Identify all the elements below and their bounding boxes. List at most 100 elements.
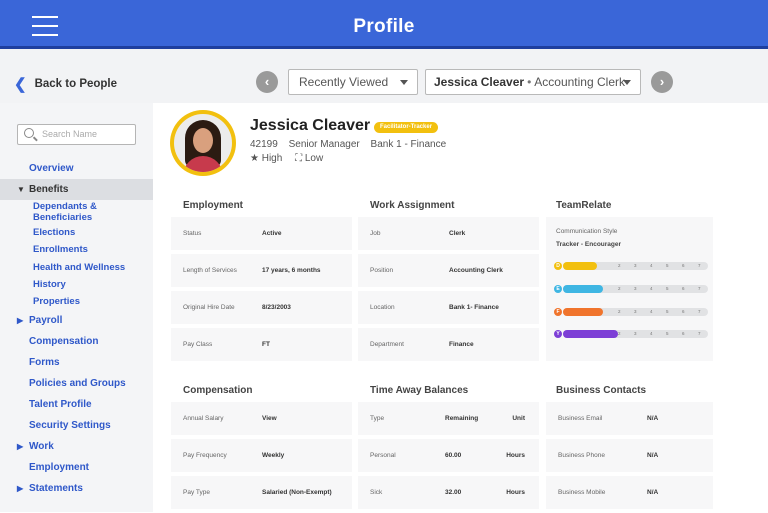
field-label: Status <box>183 230 202 237</box>
back-to-people-link[interactable]: ❮ Back to People <box>14 75 117 93</box>
time-away-card: Time Away Balances Type Remaining Unit Pers… <box>358 380 539 513</box>
next-person-button[interactable]: › <box>651 71 673 93</box>
field-value: Salaried (Non-Exempt) <box>262 489 332 496</box>
sidebar-item-security-settings[interactable]: Security Settings <box>0 415 153 436</box>
sidebar-item-health-and-wellness[interactable]: Health and Wellness <box>0 259 153 276</box>
bar-fill <box>563 308 603 316</box>
bar-tick-label: 6 <box>682 309 685 314</box>
teamrelate-bar-e: E 2 3 4 5 6 7 <box>554 285 709 293</box>
field-label: Position <box>370 267 394 274</box>
profile-meta: 42199 Senior Manager Bank 1 - Finance <box>250 139 454 150</box>
sidebar-item-elections[interactable]: Elections <box>0 224 153 241</box>
communication-style-label: Communication Style <box>556 228 618 235</box>
sidebar-item-compensation[interactable]: Compensation <box>0 331 153 352</box>
sidebar-item-payroll[interactable]: ▶ Payroll <box>0 310 153 331</box>
profile-main: Jessica Cleaver Facilitator-Tracker 4219… <box>153 103 768 512</box>
sidebar-item-label: Statements <box>29 483 83 495</box>
bar-tick-label: 7 <box>698 263 701 268</box>
field-label: Pay Class <box>183 341 213 348</box>
search-name-input[interactable]: Search Name <box>17 124 136 145</box>
field-label: Business Mobile <box>558 489 606 496</box>
high-flag: ★ High <box>250 153 283 164</box>
field-value: Bank 1- Finance <box>449 304 499 311</box>
bar-track: 2 3 4 5 6 7 <box>563 262 708 270</box>
table-row: Pay Type Salaried (Non-Exempt) <box>171 476 352 509</box>
sidebar-item-overview[interactable]: Overview <box>0 158 153 179</box>
triangle-right-icon: ▶ <box>17 442 24 452</box>
field-value: Remaining <box>445 415 479 422</box>
field-value[interactable]: View <box>262 415 277 422</box>
table-row: Sick 32.00 Hours <box>358 476 539 509</box>
teamrelate-heading: TeamRelate <box>556 200 612 211</box>
person-selector-dropdown[interactable]: Jessica Cleaver • Accounting Clerk <box>425 69 641 95</box>
sidebar-item-enrollments[interactable]: Enrollments <box>0 241 153 258</box>
field-value: 60.00 <box>445 452 462 459</box>
sidebar-item-benefits[interactable]: ▼ Benefits <box>0 179 153 200</box>
bar-tick-label: 2 <box>618 309 621 314</box>
sidebar-item-work[interactable]: ▶ Work <box>0 436 153 457</box>
field-label: Length of Services <box>183 267 237 274</box>
previous-person-button[interactable]: ‹ <box>256 71 278 93</box>
compensation-heading: Compensation <box>183 385 253 396</box>
sidebar-item-employment[interactable]: Employment <box>0 457 153 478</box>
caret-down-icon <box>400 80 408 85</box>
field-value: Accounting Clerk <box>449 267 503 274</box>
bar-tick-label: 4 <box>650 309 653 314</box>
sidebar-item-label: Security Settings <box>29 420 111 432</box>
chevron-left-circle-icon: ‹ <box>264 74 270 89</box>
table-row: Business Phone N/A <box>546 439 713 472</box>
sidebar-item-statements[interactable]: ▶ Statements <box>0 478 153 499</box>
back-label: Back to People <box>34 78 118 90</box>
sidebar-item-talent-profile[interactable]: Talent Profile <box>0 394 153 415</box>
table-row: Business Mobile N/A <box>546 476 713 509</box>
field-label: Pay Type <box>183 489 210 496</box>
sidebar-item-label: History <box>33 278 66 290</box>
selected-person-role: Accounting Clerk <box>534 75 625 89</box>
letter-badge: Y <box>554 330 562 338</box>
field-label: Pay Frequency <box>183 452 227 459</box>
caret-down-icon <box>623 80 631 85</box>
compensation-card: Compensation Annual Salary View Pay Freque… <box>171 380 352 513</box>
bar-tick-label: 3 <box>634 331 637 336</box>
separator-dot: • <box>527 75 532 89</box>
table-row: Length of Services 17 years, 6 months <box>171 254 352 287</box>
business-contacts-heading: Business Contacts <box>556 385 647 396</box>
sidebar-item-label: Talent Profile <box>29 399 92 411</box>
sidebar-item-label: Forms <box>29 357 60 369</box>
bar-tick-label: 5 <box>666 286 669 291</box>
bar-tick-label: 5 <box>666 331 669 336</box>
bar-tick-label: 2 <box>618 331 621 336</box>
business-contacts-card: Business Contacts Business Email N/A Busin… <box>546 380 713 513</box>
sidebar-item-label: Employment <box>29 462 90 474</box>
sidebar-item-label: Overview <box>29 163 74 174</box>
sidebar-item-dependants-beneficiaries[interactable]: Dependants & Beneficiaries <box>0 200 153 224</box>
page-title: Profile <box>353 16 415 37</box>
sidebar-item-history[interactable]: History <box>0 276 153 293</box>
header-divider <box>0 48 768 62</box>
selected-person-name: Jessica Cleaver <box>434 75 525 89</box>
field-value: 32.00 <box>445 489 462 496</box>
field-value: FT <box>262 341 270 348</box>
sidebar-item-label: Benefits <box>29 184 69 195</box>
field-label: Type <box>370 415 385 422</box>
bar-fill <box>563 285 603 293</box>
bar-tick-label: 7 <box>698 309 701 314</box>
sidebar-item-properties[interactable]: Properties <box>0 293 153 310</box>
bar-tick-label: 7 <box>698 331 701 336</box>
bar-tick-label: 5 <box>666 309 669 314</box>
sidebar-item-policies-and-groups[interactable]: Policies and Groups <box>0 373 153 394</box>
recently-viewed-label: Recently Viewed <box>299 75 389 89</box>
field-value: Clerk <box>449 230 466 237</box>
bar-tick-label: 2 <box>618 286 621 291</box>
recently-viewed-dropdown[interactable]: Recently Viewed <box>288 69 418 95</box>
letter-badge: F <box>554 308 562 316</box>
field-label: Business Email <box>558 415 603 422</box>
search-placeholder: Search Name <box>42 129 98 139</box>
bar-track: 2 3 4 5 6 7 <box>563 330 708 338</box>
sidebar-item-forms[interactable]: Forms <box>0 352 153 373</box>
sidebar-item-label: Enrollments <box>33 244 88 256</box>
sidebar-item-label: Policies and Groups <box>29 378 126 390</box>
sidebar-item-label: Elections <box>33 227 76 238</box>
field-value: 8/23/2003 <box>262 304 291 311</box>
triangle-down-icon: ▼ <box>17 185 25 194</box>
